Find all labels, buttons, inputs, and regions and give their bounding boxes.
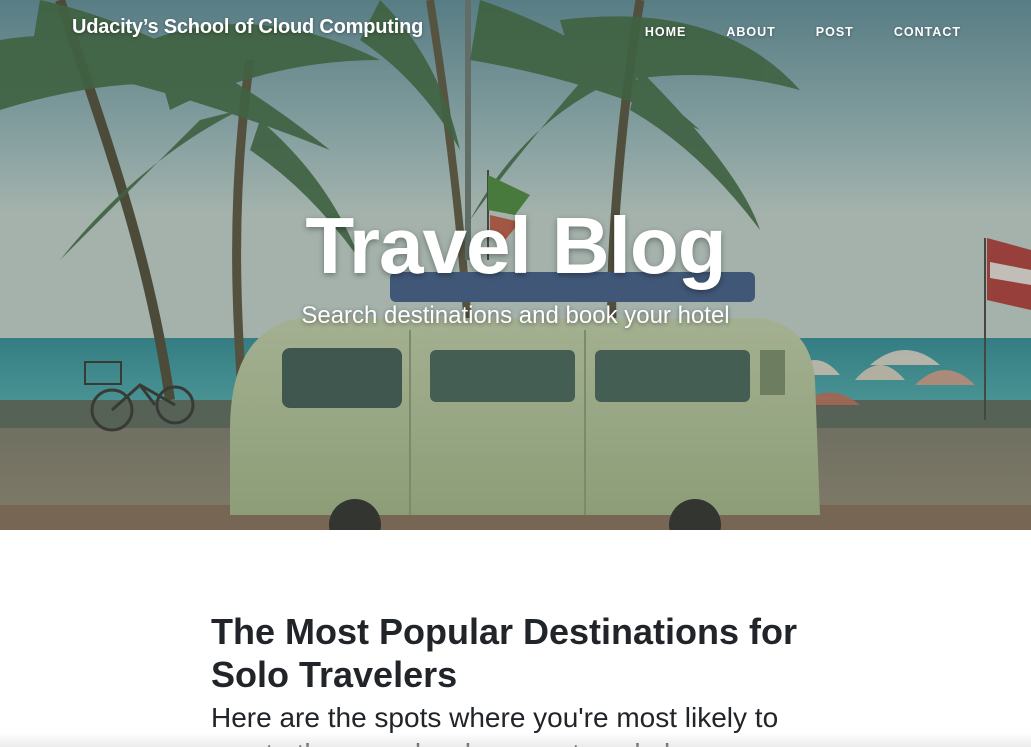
- nav-link-post[interactable]: POST: [816, 25, 854, 39]
- post-title[interactable]: The Most Popular Destinations for Solo T…: [211, 610, 831, 696]
- bottom-fade: [0, 733, 1031, 747]
- nav-link-about[interactable]: ABOUT: [726, 25, 775, 39]
- nav-item-home: HOME: [645, 23, 687, 41]
- nav-link-contact[interactable]: CONTACT: [894, 25, 961, 39]
- hero-subtitle: Search destinations and book your hotel: [301, 302, 730, 329]
- page: Udacity’s School of Cloud Computing HOME…: [0, 0, 1031, 747]
- nav-item-post: POST: [816, 23, 854, 41]
- nav-links: HOME ABOUT POST CONTACT: [605, 23, 961, 41]
- main-navbar: Udacity’s School of Cloud Computing HOME…: [0, 0, 1031, 62]
- hero-header: Udacity’s School of Cloud Computing HOME…: [0, 0, 1031, 530]
- brand-link[interactable]: Udacity’s School of Cloud Computing: [72, 16, 423, 39]
- nav-item-contact: CONTACT: [894, 23, 961, 41]
- nav-link-home[interactable]: HOME: [645, 25, 687, 39]
- nav-item-about: ABOUT: [726, 23, 775, 41]
- hero-title: Travel Blog: [305, 201, 726, 290]
- post-preview[interactable]: The Most Popular Destinations for Solo T…: [211, 610, 831, 747]
